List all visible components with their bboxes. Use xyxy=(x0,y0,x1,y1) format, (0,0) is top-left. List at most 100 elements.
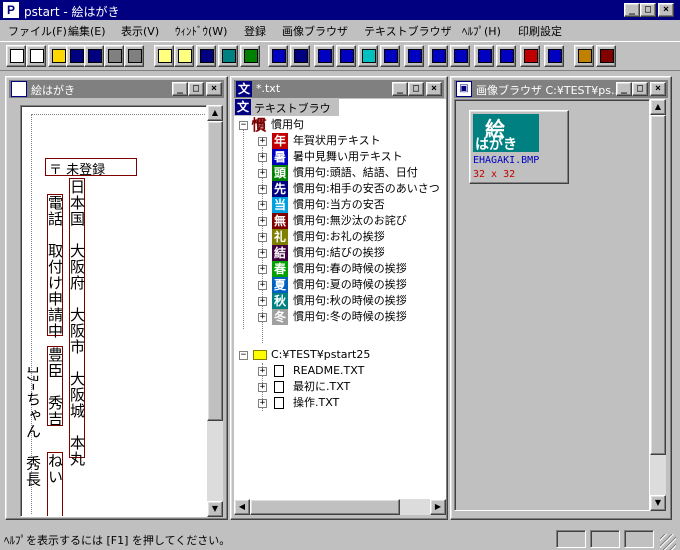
triangle-button[interactable] xyxy=(358,45,378,67)
image-browser-close-button[interactable]: × xyxy=(650,82,666,96)
window-button[interactable] xyxy=(574,45,594,67)
tree-item-idiom[interactable]: + 無慣用句:無沙汰のお詫び xyxy=(234,213,446,229)
rotate-button[interactable] xyxy=(290,45,310,67)
tree-file[interactable]: + 最初に.TXT xyxy=(234,379,446,395)
tree-item-idiom[interactable]: + 結慣用句:結びの挨拶 xyxy=(234,245,446,261)
tree-item-idiom[interactable]: + 当慣用句:当方の安否 xyxy=(234,197,446,213)
exit-button[interactable] xyxy=(596,45,616,67)
align-right-button[interactable] xyxy=(520,45,540,67)
menu-register[interactable]: 登録 xyxy=(244,23,266,39)
open-folder-button[interactable] xyxy=(48,45,68,67)
scroll-down-arrow-icon[interactable]: ▼ xyxy=(207,501,223,517)
text-browser-minimize-button[interactable]: _ xyxy=(392,82,408,96)
tree-item-idiom[interactable]: + 礼慣用句:お礼の挨拶 xyxy=(234,229,446,245)
expand-icon[interactable]: + xyxy=(258,265,267,274)
print-button[interactable] xyxy=(104,45,124,67)
image-browser-icon[interactable]: ▣ xyxy=(456,81,472,97)
tree-item-idiom[interactable]: + 頭慣用句:頭語、結語、日付 xyxy=(234,165,446,181)
align-bottom-left-button[interactable] xyxy=(544,45,564,67)
space-vertical-button[interactable] xyxy=(336,45,356,67)
postcard-icon[interactable] xyxy=(11,81,27,97)
align-left-button[interactable] xyxy=(496,45,516,67)
scroll-thumb[interactable] xyxy=(250,499,400,515)
tree-item-idiom[interactable]: + 年年賀状用テキスト xyxy=(234,133,446,149)
tree-item-idiom[interactable]: + 暑暑中見舞い用テキスト xyxy=(234,149,446,165)
tree-item-idiom[interactable]: + 冬慣用句:冬の時候の挨拶 xyxy=(234,309,446,325)
text-browser-maximize-button[interactable]: □ xyxy=(408,82,424,96)
menu-window[interactable]: ｳｨﾝﾄﾞｳ(W) xyxy=(175,23,227,39)
align-top-right-button[interactable] xyxy=(450,45,470,67)
text-browser-tree[interactable]: 文 テキストブラウザ − 慣 慣用句 + 年年賀状用テキスト + 暑暑中見舞い用テキス… xyxy=(234,99,446,499)
menu-print-settings[interactable]: 印刷設定 xyxy=(518,23,562,39)
text-browser-horizontal-scrollbar[interactable]: ◀ ▶ xyxy=(234,499,446,515)
menu-file[interactable]: ファイル(F) xyxy=(8,23,67,39)
expand-icon[interactable]: + xyxy=(258,169,267,178)
copy-doc-button[interactable] xyxy=(154,45,174,67)
image-browser-vertical-scrollbar[interactable]: ▲ ▼ xyxy=(650,99,666,511)
tree-item-idiom[interactable]: + 秋慣用句:秋の時候の挨拶 xyxy=(234,293,446,309)
expand-icon[interactable]: + xyxy=(258,201,267,210)
close-button[interactable]: × xyxy=(658,3,674,17)
postcard-canvas[interactable]: 〒 未登録 日本国 大阪府 大阪市 大阪城 本丸 電話 取付け申請中 豊臣 秀吉… xyxy=(20,105,207,517)
text-browser-titlebar[interactable]: 文 *.txt _ □ × xyxy=(234,80,444,98)
postcard-vertical-scrollbar[interactable]: ▲ ▼ xyxy=(207,105,223,517)
expand-icon[interactable]: + xyxy=(258,233,267,242)
tree-file[interactable]: + README.TXT xyxy=(234,363,446,379)
expand-icon[interactable]: + xyxy=(258,383,267,392)
expand-icon[interactable]: + xyxy=(258,313,267,322)
text-browser-icon[interactable]: 文 xyxy=(236,81,252,97)
tree-item-idiom[interactable]: + 夏慣用句:夏の時候の挨拶 xyxy=(234,277,446,293)
fit-width-button[interactable] xyxy=(218,45,238,67)
new-window-button[interactable] xyxy=(26,45,46,67)
expand-icon[interactable]: + xyxy=(258,297,267,306)
save-button[interactable] xyxy=(66,45,86,67)
image-browser-maximize-button[interactable]: □ xyxy=(632,82,648,96)
space-horizontal-button[interactable] xyxy=(314,45,334,67)
scroll-thumb[interactable] xyxy=(650,115,666,455)
move-button[interactable] xyxy=(196,45,216,67)
save-all-button[interactable] xyxy=(84,45,104,67)
scroll-up-arrow-icon[interactable]: ▲ xyxy=(650,99,666,115)
align-center-button[interactable] xyxy=(404,45,424,67)
collapse-icon[interactable]: − xyxy=(239,351,248,360)
postcard-maximize-button[interactable]: □ xyxy=(188,82,204,96)
scroll-up-arrow-icon[interactable]: ▲ xyxy=(207,105,223,121)
scroll-right-arrow-icon[interactable]: ▶ xyxy=(430,499,446,515)
expand-icon[interactable]: + xyxy=(258,281,267,290)
image-browser-pane[interactable]: 絵 はがき EHAGAKI.BMP 32 x 32 xyxy=(454,99,650,511)
text-browser-close-button[interactable]: × xyxy=(426,82,442,96)
align-top-button[interactable] xyxy=(268,45,288,67)
align-bottom-button[interactable] xyxy=(428,45,448,67)
image-thumbnail-card[interactable]: 絵 はがき EHAGAKI.BMP 32 x 32 xyxy=(469,110,569,184)
print-preview-button[interactable] xyxy=(124,45,144,67)
collapse-icon[interactable]: − xyxy=(239,121,248,130)
maximize-button[interactable]: □ xyxy=(640,3,656,17)
postcard-window-titlebar[interactable]: 絵はがき _ □ × xyxy=(9,80,224,98)
scroll-down-arrow-icon[interactable]: ▼ xyxy=(650,495,666,511)
tree-folder[interactable]: − C:¥TEST¥pstart25 xyxy=(234,347,446,363)
expand-icon[interactable]: + xyxy=(258,367,267,376)
tree-item-idiom[interactable]: + 先慣用句:相手の安否のあいさつ xyxy=(234,181,446,197)
tree-item-idiom[interactable]: + 春慣用句:春の時候の挨拶 xyxy=(234,261,446,277)
expand-icon[interactable]: + xyxy=(258,153,267,162)
tree-file[interactable]: + 操作.TXT xyxy=(234,395,446,411)
image-browser-minimize-button[interactable]: _ xyxy=(616,82,632,96)
menu-image-browser[interactable]: 画像ブラウザ xyxy=(282,23,348,39)
expand-icon[interactable]: + xyxy=(258,137,267,146)
scroll-thumb[interactable] xyxy=(207,121,223,421)
expand-icon[interactable]: + xyxy=(258,185,267,194)
main-title-bar[interactable]: P pstart - 絵はがき _ □ × xyxy=(0,0,680,20)
scroll-left-arrow-icon[interactable]: ◀ xyxy=(234,499,250,515)
postcard-minimize-button[interactable]: _ xyxy=(172,82,188,96)
menu-help[interactable]: ﾍﾙﾌﾟ(H) xyxy=(462,23,501,39)
image-browser-titlebar[interactable]: ▣ 画像ブラウザ C:¥TEST¥ps... _ □ × xyxy=(454,80,668,98)
expand-icon[interactable]: + xyxy=(258,249,267,258)
align-middle-button[interactable] xyxy=(474,45,494,67)
expand-icon[interactable]: + xyxy=(258,399,267,408)
tree-button[interactable] xyxy=(240,45,260,67)
app-icon[interactable]: P xyxy=(3,2,19,18)
postcard-close-button[interactable]: × xyxy=(206,82,222,96)
paste-button[interactable] xyxy=(174,45,194,67)
tree-root-idioms[interactable]: − 慣 慣用句 xyxy=(234,117,446,133)
minimize-button[interactable]: _ xyxy=(624,3,640,17)
